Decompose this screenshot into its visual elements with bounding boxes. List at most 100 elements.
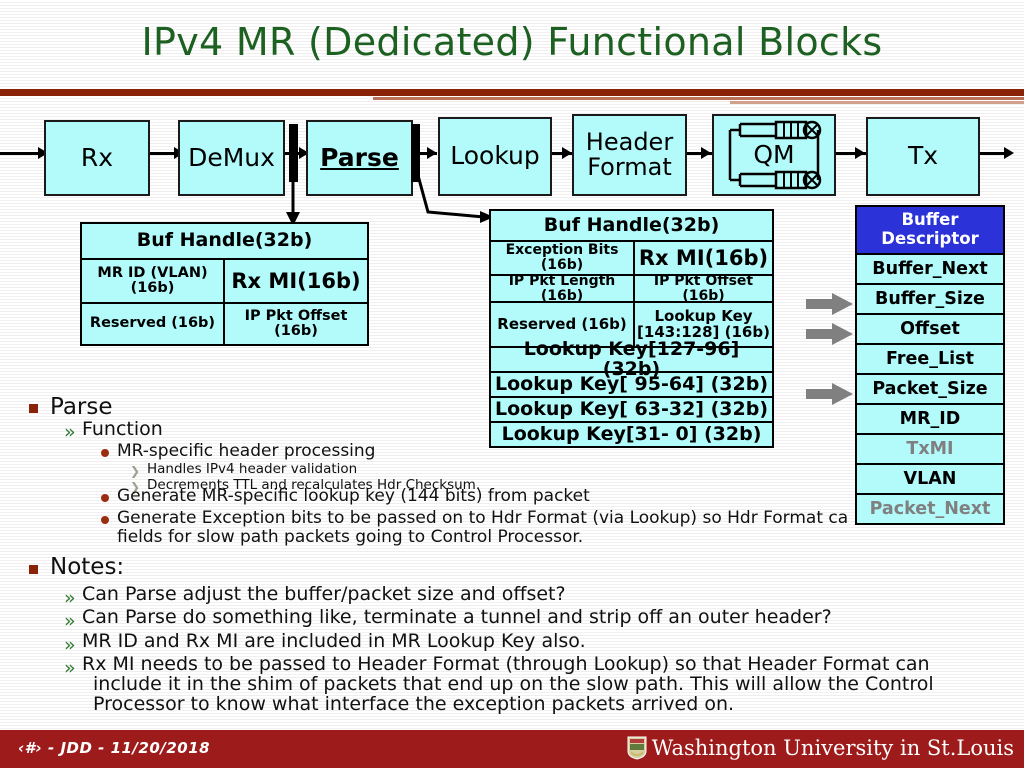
flow-block-qm-label-wrap: QM (714, 116, 834, 194)
mid-table-lookup-key-127-96: Lookup Key[127-96] (32b) (523, 337, 740, 380)
mid-table-lookup-key-31-0: Lookup Key[31- 0] (32b) (501, 422, 762, 445)
buffer-descriptor-row-mr-id: MR_ID (899, 408, 961, 429)
flow-block-demux[interactable]: DeMux (178, 120, 285, 196)
bullet-marker-chevron-n2: » (64, 610, 76, 632)
note-mr-id-rx-mi-lookup-key: MR ID and Rx MI are included in MR Looku… (82, 630, 586, 652)
flow-block-rx[interactable]: Rx (44, 120, 150, 196)
mid-table-title: Buf Handle(32b) (543, 213, 720, 236)
bullet-marker-chevron-n4: » (64, 657, 76, 679)
flow-arrow-hdr-qm-head (701, 147, 711, 159)
bullet-function-heading: Function (82, 418, 163, 440)
flow-block-demux-label: DeMux (188, 142, 275, 172)
table-row: Packet_Size (857, 375, 1003, 405)
flow-arrow-qm-tx-head (855, 147, 865, 159)
mid-buf-handle-table: Buf Handle(32b) Exception Bits (16b) Rx … (489, 209, 774, 448)
note-buffer-packet-size-offset: Can Parse adjust the buffer/packet size … (82, 583, 566, 605)
mid-table-cell-exception-bits: Exception Bits (16b) (491, 242, 635, 274)
buffer-descriptor-header-line2: Descriptor (881, 229, 979, 248)
table-row: Exception Bits (16b) Rx MI(16b) (491, 242, 772, 276)
table-row: Lookup Key[31- 0] (32b) (491, 423, 772, 446)
left-table-cell-mr-id: MR ID (VLAN) (16b) (82, 260, 225, 302)
table-row: Lookup Key[ 95-64] (32b) (491, 373, 772, 398)
mid-table-cell-ip-pkt-length: IP Pkt Length (16b) (491, 273, 635, 303)
bullet-handles-ipv4-header-validation: Handles IPv4 header validation (147, 461, 358, 477)
flow-block-tx-label: Tx (907, 141, 939, 171)
flow-block-header-format[interactable]: Header Format (572, 114, 687, 196)
table-row: Buffer_Size (857, 285, 1003, 315)
flow-arrow-parse-lookup-head (427, 147, 437, 159)
buffer-descriptor-row-free-list: Free_List (886, 348, 974, 369)
flow-block-header-format-line2: Format (587, 153, 672, 181)
buffer-descriptor-table: Buffer Descriptor Buffer_Next Buffer_Siz… (855, 205, 1005, 525)
flow-block-qm-label: QM (753, 139, 795, 169)
bullet-marker-dot-1 (101, 449, 109, 457)
left-table-cell-ip-pkt-offset: IP Pkt Offset (16b) (244, 307, 348, 339)
university-logo-text: Washington University in St.Louis (651, 736, 1014, 760)
buffer-descriptor-header: Buffer Descriptor (857, 207, 1003, 253)
title-rule-tertiary (730, 101, 1024, 104)
bullet-generate-exception-bits-line2: fields for slow path packets going to Co… (117, 527, 584, 547)
bullet-notes-heading: Notes: (50, 554, 125, 580)
flow-arrow-lookup-hdr-head (562, 147, 572, 159)
table-row: MR ID (VLAN) (16b) Rx MI(16b) (82, 260, 367, 304)
mid-table-cell-ip-pkt-offset: IP Pkt Offset (16b) (653, 272, 754, 304)
table-row: Buffer Descriptor (857, 207, 1003, 255)
bullet-marker-chevron-function: » (64, 421, 76, 443)
gray-arrow-buffer-size-icon (806, 293, 853, 315)
table-row: Free_List (857, 345, 1003, 375)
bullet-marker-triangle-1a: ❯ (130, 464, 141, 478)
bullet-parse-heading: Parse (50, 394, 113, 420)
gray-arrow-packet-size-icon (806, 383, 853, 405)
left-table-title: Buf Handle(32b) (136, 229, 313, 252)
flow-block-qm[interactable]: QM (712, 114, 836, 196)
gray-arrow-offset-icon (806, 323, 853, 345)
shield-crest-icon (627, 736, 647, 760)
bullet-marker-square-parse (29, 404, 38, 413)
mid-table-lookup-key-95-64: Lookup Key[ 95-64] (32b) (494, 372, 769, 395)
note-rx-mi-header-format-line1: Rx MI needs to be passed to Header Forma… (82, 653, 930, 675)
bullet-mr-specific-header-processing: MR-specific header processing (117, 441, 376, 461)
flow-arrow-rx-demux-line (146, 152, 176, 155)
buffer-descriptor-row-packet-next: Packet_Next (869, 498, 991, 519)
flow-arrow-in-line (0, 152, 40, 155)
title-rule-secondary (373, 97, 1024, 100)
slide: IPv4 MR (Dedicated) Functional Blocks Rx… (0, 0, 1024, 768)
note-rx-mi-header-format-line3: Processor to know what interface the exc… (93, 693, 735, 715)
table-row: Reserved (16b) IP Pkt Offset (16b) (82, 304, 367, 344)
buffer-descriptor-row-offset: Offset (900, 318, 960, 339)
table-row: TxMI (857, 435, 1003, 465)
flow-block-tx[interactable]: Tx (866, 117, 980, 196)
page-title: IPv4 MR (Dedicated) Functional Blocks (141, 20, 883, 64)
bullet-marker-dot-3 (101, 516, 109, 524)
buffer-descriptor-row-vlan: VLAN (903, 468, 957, 489)
table-row: Packet_Next (857, 495, 1003, 523)
bullet-generate-exception-bits-line1: Generate Exception bits to be passed on … (117, 508, 849, 528)
table-row: Lookup Key[127-96] (32b) (491, 337, 772, 380)
buffer-descriptor-header-line1: Buffer (901, 210, 959, 230)
mid-table-cell-rx-mi: Rx MI(16b) (638, 245, 769, 270)
connector-parse-to-left-table (286, 168, 300, 226)
note-rx-mi-header-format-line2: include it in the shim of packets that e… (93, 673, 934, 695)
table-row: Buf Handle(32b) (491, 211, 772, 242)
note-terminate-tunnel: Can Parse do something like, terminate a… (82, 606, 832, 628)
flow-block-header-format-line1: Header (585, 127, 674, 156)
bullet-marker-chevron-n1: » (64, 587, 76, 609)
bullet-marker-square-notes (29, 565, 38, 574)
university-logo: Washington University in St.Louis (627, 736, 1014, 760)
bullet-generate-lookup-key: Generate MR-specific lookup key (144 bit… (117, 486, 590, 506)
table-row: VLAN (857, 465, 1003, 495)
buffer-descriptor-row-buffer-size: Buffer_Size (875, 288, 985, 309)
buffer-descriptor-row-packet-size: Packet_Size (872, 378, 988, 399)
bullet-marker-dot-2 (101, 494, 109, 502)
left-buf-handle-table: Buf Handle(32b) MR ID (VLAN) (16b) Rx MI… (80, 222, 369, 346)
left-table-cell-reserved: Reserved (16b) (82, 304, 225, 344)
title-rule-primary (0, 89, 1024, 96)
table-row: Buffer_Next (857, 255, 1003, 285)
flow-block-lookup-label: Lookup (450, 141, 540, 171)
table-row: Offset (857, 315, 1003, 345)
table-row: MR_ID (857, 405, 1003, 435)
table-row: Buf Handle(32b) (82, 224, 367, 260)
left-table-cell-rx-mi: Rx MI(16b) (231, 268, 361, 293)
bullet-marker-chevron-n3: » (64, 634, 76, 656)
table-row: IP Pkt Length (16b) IP Pkt Offset (16b) (491, 272, 772, 304)
